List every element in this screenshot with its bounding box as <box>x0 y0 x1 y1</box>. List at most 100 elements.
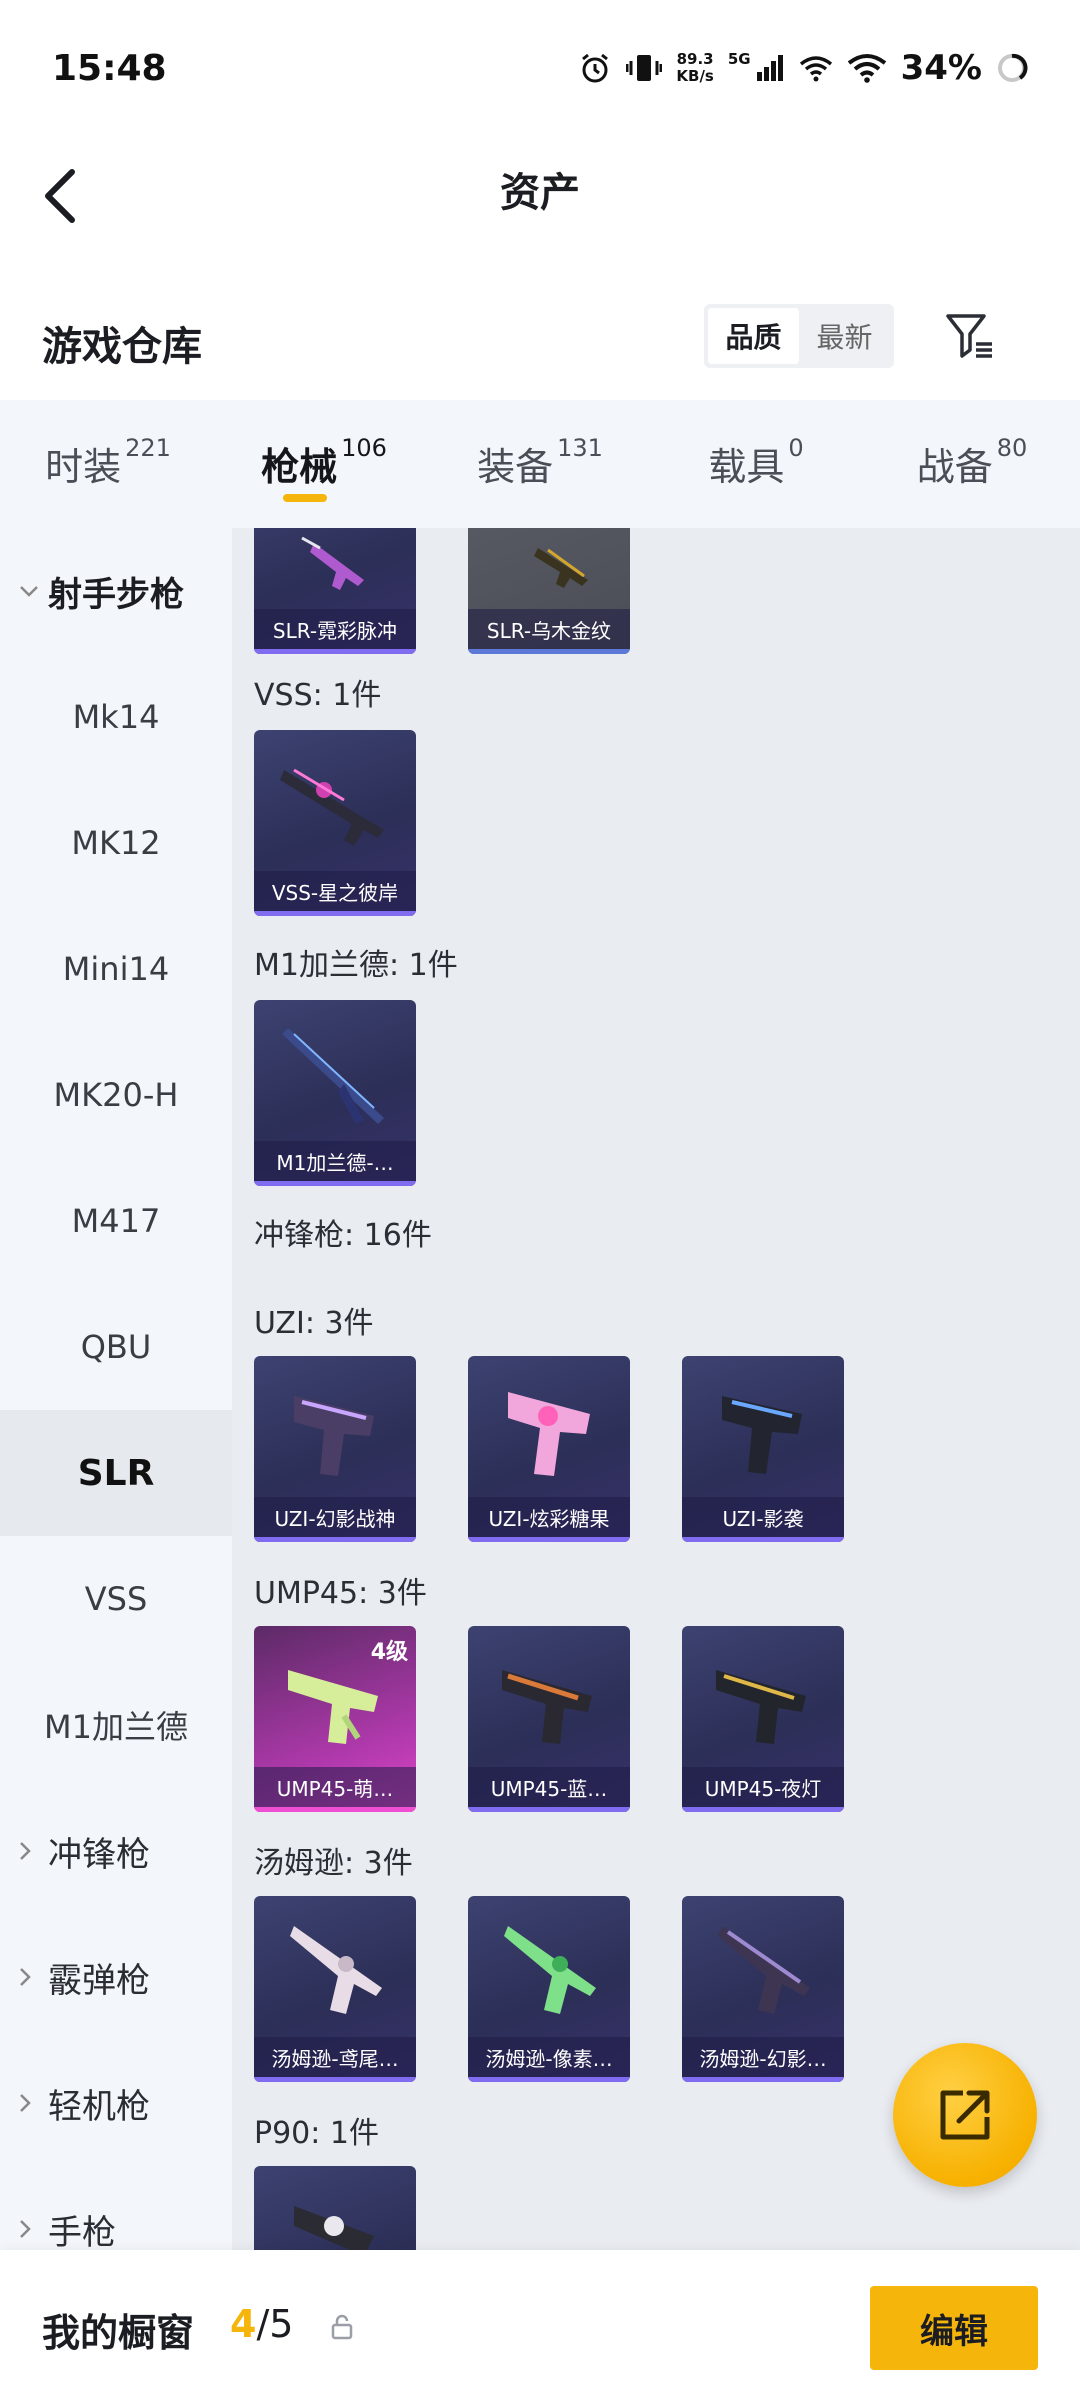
skin-name: SLR-乌木金纹 <box>468 609 630 649</box>
smg-icon <box>504 1926 596 2014</box>
status-icons: 89.3 KB/s 5G 34% <box>578 48 1028 88</box>
sidebar-group-smg[interactable]: 冲锋枪 <box>0 1788 232 1914</box>
sidebar-item-mk20h[interactable]: MK20-H <box>0 1032 232 1158</box>
skin-card[interactable] <box>254 2166 416 2250</box>
skin-card[interactable]: VSS-星之彼岸 <box>254 730 416 916</box>
warehouse-title: 游戏仓库 <box>42 324 202 370</box>
wifi-small-icon <box>799 54 833 82</box>
tab-count: 106 <box>341 434 387 462</box>
tab-label: 枪械 <box>261 445 338 489</box>
smg-icon <box>508 1392 590 1476</box>
battery-percent: 34% <box>900 48 982 88</box>
share-fab[interactable] <box>893 2043 1037 2187</box>
skin-name: VSS-星之彼岸 <box>254 871 416 911</box>
tab-active-indicator <box>283 494 327 502</box>
network-type: 5G <box>727 50 751 68</box>
filter-button[interactable] <box>940 306 1000 366</box>
showcase-bar: 我的橱窗 4/5 编辑 <box>0 2250 1080 2400</box>
skin-name: UMP45-蓝… <box>468 1767 630 1807</box>
tab-label: 战备 <box>916 445 993 489</box>
sidebar-group-label: 手枪 <box>48 2212 116 2251</box>
rifle-icon <box>534 548 588 588</box>
chevron-right-icon <box>18 2218 48 2240</box>
skin-card[interactable]: UZI-炫彩糖果 <box>468 1356 630 1542</box>
section-label-ump45: UMP45: 3件 <box>254 1576 427 1611</box>
skin-name: UZI-炫彩糖果 <box>468 1497 630 1537</box>
sidebar-item-mk12[interactable]: MK12 <box>0 780 232 906</box>
showcase-count: 4/5 <box>230 2302 293 2346</box>
share-external-icon <box>940 2090 990 2140</box>
sidebar-group-pistol[interactable]: 手枪 <box>0 2166 232 2250</box>
tab-fashion[interactable]: 时装 221 <box>0 400 216 528</box>
tab-count: 221 <box>125 434 171 462</box>
category-tabs: 时装 221 枪械 106 装备 131 载具 0 战备 80 <box>0 400 1080 528</box>
warehouse-row: 游戏仓库 品质 最新 <box>0 290 1080 400</box>
showcase-current: 4 <box>230 2302 257 2346</box>
showcase-total: /5 <box>256 2302 294 2346</box>
section-label-thompson: 汤姆逊: 3件 <box>254 1846 413 1881</box>
skin-card[interactable]: SLR-霓彩脉冲 <box>254 528 416 654</box>
skin-card[interactable]: 汤姆逊-幻影… <box>682 1896 844 2082</box>
skin-name: 汤姆逊-幻影… <box>682 2037 844 2077</box>
sidebar-group-label: 冲锋枪 <box>48 1834 150 1875</box>
chevron-right-icon <box>18 1966 48 1988</box>
sidebar-group-label: 射手步枪 <box>48 574 184 615</box>
chevron-right-icon <box>18 2092 48 2114</box>
tab-label: 时装 <box>45 445 122 489</box>
edit-button[interactable]: 编辑 <box>870 2286 1038 2370</box>
status-bar: 15:48 89.3 KB/s 5G 34% <box>0 0 1080 140</box>
status-time: 15:48 <box>52 48 167 89</box>
alarm-icon <box>578 51 612 85</box>
smg-icon <box>290 1926 382 2014</box>
skin-card[interactable]: UZI-幻影战神 <box>254 1356 416 1542</box>
skin-name: UZI-幻影战神 <box>254 1497 416 1537</box>
sidebar-item-m1garand[interactable]: M1加兰德 <box>0 1662 232 1788</box>
net-speed: 89.3 KB/s <box>676 51 713 85</box>
sidebar-item-qbu[interactable]: QBU <box>0 1284 232 1410</box>
skin-card[interactable]: UZI-影袭 <box>682 1356 844 1542</box>
tab-guns[interactable]: 枪械 106 <box>216 400 432 528</box>
rifle-icon <box>280 768 384 846</box>
sidebar-group-marksman[interactable]: 射手步枪 <box>0 528 232 654</box>
skin-card[interactable]: M1加兰德-… <box>254 1000 416 1186</box>
header: 资产 <box>0 140 1080 290</box>
smg-icon <box>722 1396 802 1474</box>
skin-name: SLR-霓彩脉冲 <box>254 609 416 649</box>
smg-icon <box>294 1396 374 1476</box>
sidebar-item-slr[interactable]: SLR <box>0 1410 232 1536</box>
tab-vehicles[interactable]: 载具 0 <box>648 400 864 528</box>
skin-card[interactable]: 4级 UMP45-萌… <box>254 1626 416 1812</box>
skin-card[interactable]: UMP45-夜灯 <box>682 1626 844 1812</box>
section-label-smg: 冲锋枪: 16件 <box>254 1218 432 1253</box>
sidebar-group-label: 轻机枪 <box>48 2086 150 2127</box>
tab-label: 装备 <box>477 445 554 489</box>
skin-card[interactable]: SLR-乌木金纹 <box>468 528 630 654</box>
sort-newest-button[interactable]: 最新 <box>799 308 890 364</box>
skin-name: UZI-影袭 <box>682 1497 844 1537</box>
skin-name: M1加兰德-… <box>254 1141 416 1181</box>
tab-equipment[interactable]: 装备 131 <box>432 400 648 528</box>
chevron-down-icon <box>18 584 48 598</box>
sidebar-item-vss[interactable]: VSS <box>0 1536 232 1662</box>
skin-name: 汤姆逊-鸢尾… <box>254 2037 416 2077</box>
sidebar-group-shotgun[interactable]: 霰弹枪 <box>0 1914 232 2040</box>
net-speed-unit: KB/s <box>676 67 714 85</box>
sort-quality-button[interactable]: 品质 <box>708 308 799 364</box>
skin-card[interactable]: UMP45-蓝… <box>468 1626 630 1812</box>
net-speed-value: 89.3 <box>676 50 714 68</box>
tab-count: 0 <box>788 434 804 462</box>
smg-icon <box>502 1670 592 1744</box>
tab-gear[interactable]: 战备 80 <box>864 400 1080 528</box>
weapon-sidebar: 射手步枪 Mk14 MK12 Mini14 MK20-H M417 QBU SL… <box>0 528 232 2250</box>
section-label-uzi: UZI: 3件 <box>254 1306 374 1341</box>
wifi-icon <box>847 53 887 83</box>
sidebar-item-m417[interactable]: M417 <box>0 1158 232 1284</box>
rifle-icon <box>301 536 364 590</box>
sidebar-item-mini14[interactable]: Mini14 <box>0 906 232 1032</box>
sidebar-group-lmg[interactable]: 轻机枪 <box>0 2040 232 2166</box>
chevron-right-icon <box>18 1840 48 1862</box>
skin-card[interactable]: 汤姆逊-像素… <box>468 1896 630 2082</box>
smg-icon <box>294 2206 374 2250</box>
skin-card[interactable]: 汤姆逊-鸢尾… <box>254 1896 416 2082</box>
sidebar-item-mk14[interactable]: Mk14 <box>0 654 232 780</box>
